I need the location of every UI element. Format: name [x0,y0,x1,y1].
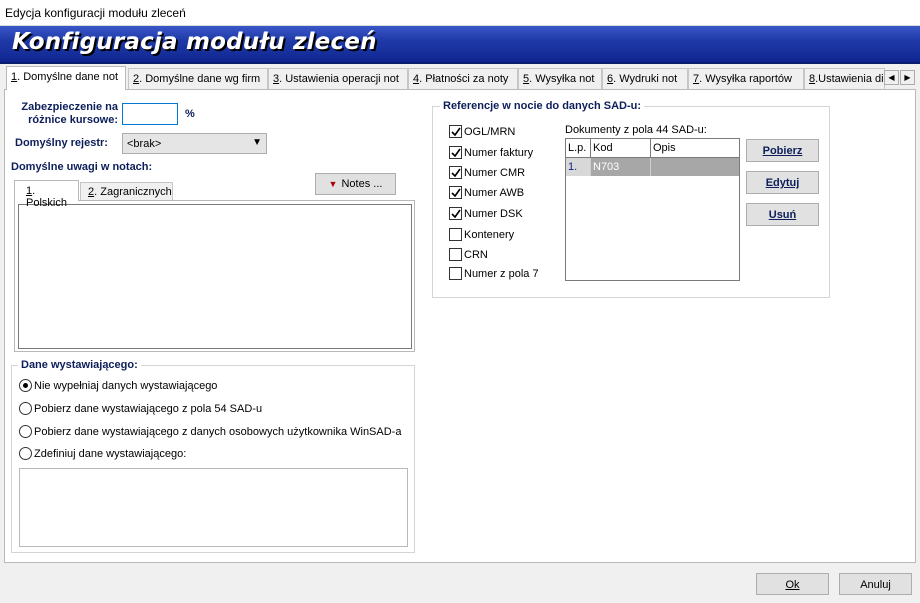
checkbox-awb-number[interactable] [449,186,462,199]
tab-report-sending[interactable]: 7. Wysyłka raportów [688,68,804,89]
label-dsk-number[interactable]: Numer DSK [464,208,523,220]
default-notes-label: Domyślne uwagi w notach: [11,161,153,173]
chevron-down-icon: ▼ [252,137,262,148]
header-banner: Konfiguracja modułu zleceń [0,26,920,64]
issuer-option-none-radio[interactable] [19,379,32,392]
tab-scroll-left-button[interactable]: ◀ [884,70,899,85]
checkbox-field7-number[interactable] [449,267,462,280]
issuer-option-none-label[interactable]: Nie wypełniaj danych wystawiającego [34,380,217,392]
notes-subtab-panel [14,200,415,352]
window-titlebar: Edycja konfiguracji modułu zleceń [0,0,920,26]
checkbox-cmr-number[interactable] [449,166,462,179]
ok-button[interactable]: Ok [756,573,829,595]
label-ogl-mrn[interactable]: OGL/MRN [464,126,515,138]
tab-scroll-right-button[interactable]: ▶ [900,70,915,85]
checkbox-invoice-number[interactable] [449,146,462,159]
default-register-select[interactable]: <brak> ▼ [122,133,267,154]
label-containers[interactable]: Kontenery [464,229,514,241]
grid-header-lp[interactable]: L.p. [566,139,591,158]
cancel-button[interactable]: Anuluj [839,573,912,595]
tab-settings-di[interactable]: 8.Ustawienia di [804,68,885,89]
checkbox-crn[interactable] [449,248,462,261]
label-crn[interactable]: CRN [464,249,488,261]
documents-field44-label: Dokumenty z pola 44 SAD-u: [565,124,707,136]
grid-header-opis[interactable]: Opis [651,139,739,158]
issuer-option-custom-radio[interactable] [19,447,32,460]
chevron-left-icon: ◀ [888,73,895,82]
grid-cell-opis [651,158,739,176]
subtab-polish[interactable]: 1. Polskich [14,180,79,209]
issuer-option-user-radio[interactable] [19,425,32,438]
window-title: Edycja konfiguracji modułu zleceń [5,6,186,20]
tab-default-note-data[interactable]: 1. Domyślne dane not [6,66,126,90]
edit-button[interactable]: Edytuj [746,171,819,194]
checkbox-dsk-number[interactable] [449,207,462,220]
subtab-foreign[interactable]: 2. Zagranicznych [80,182,173,200]
documents-grid[interactable]: L.p. Kod Opis 1. N703 [565,138,740,281]
grid-cell-kod: N703 [591,158,651,176]
radio-dot [23,383,28,388]
notes-textarea[interactable] [18,204,412,349]
exchange-protection-input[interactable] [122,103,178,125]
notes-button[interactable]: ▼ Notes ... [315,173,396,195]
tab-note-printouts[interactable]: 6. Wydruki not [602,68,688,89]
grid-header-kod[interactable]: Kod [591,139,651,158]
label-cmr-number[interactable]: Numer CMR [464,167,525,179]
issuer-custom-textarea[interactable] [19,468,408,547]
triangle-down-icon: ▼ [328,179,338,189]
tab-note-sending[interactable]: 5. Wysyłka not [518,68,602,89]
issuer-option-field54-label[interactable]: Pobierz dane wystawiającego z pola 54 SA… [34,403,262,415]
issuer-option-custom-label[interactable]: Zdefiniuj dane wystawiającego: [34,448,186,460]
tab-note-payments[interactable]: 4. Płatności za noty [408,68,518,89]
banner-title: Konfiguracja modułu zleceń [12,29,377,55]
issuer-option-field54-radio[interactable] [19,402,32,415]
exchange-protection-label: Zabezpieczenie na różnice kursowe: [21,101,118,126]
default-register-label: Domyślny rejestr: [15,137,108,149]
issuer-option-user-label[interactable]: Pobierz dane wystawiającego z danych oso… [34,426,401,438]
tab-note-operation-settings[interactable]: 3. Ustawienia operacji not [268,68,408,89]
grid-cell-lp: 1. [566,158,591,176]
delete-button[interactable]: Usuń [746,203,819,226]
default-register-value: <brak> [127,138,162,150]
percent-unit: % [185,108,195,120]
main-tabstrip: 1. Domyślne dane not 2. Domyślne dane wg… [4,66,916,90]
tab-default-data-by-company[interactable]: 2. Domyślne dane wg firm [128,68,268,89]
fetch-button[interactable]: Pobierz [746,139,819,162]
chevron-right-icon: ▶ [904,73,911,82]
references-legend: Referencje w nocie do danych SAD-u: [440,100,645,112]
issuer-legend: Dane wystawiającego: [18,359,141,371]
label-awb-number[interactable]: Numer AWB [464,187,524,199]
table-row[interactable]: 1. N703 [566,158,739,176]
label-field7-number[interactable]: Numer z pola 7 [464,268,539,280]
label-invoice-number[interactable]: Numer faktury [464,147,533,159]
checkbox-containers[interactable] [449,228,462,241]
checkbox-ogl-mrn[interactable] [449,125,462,138]
